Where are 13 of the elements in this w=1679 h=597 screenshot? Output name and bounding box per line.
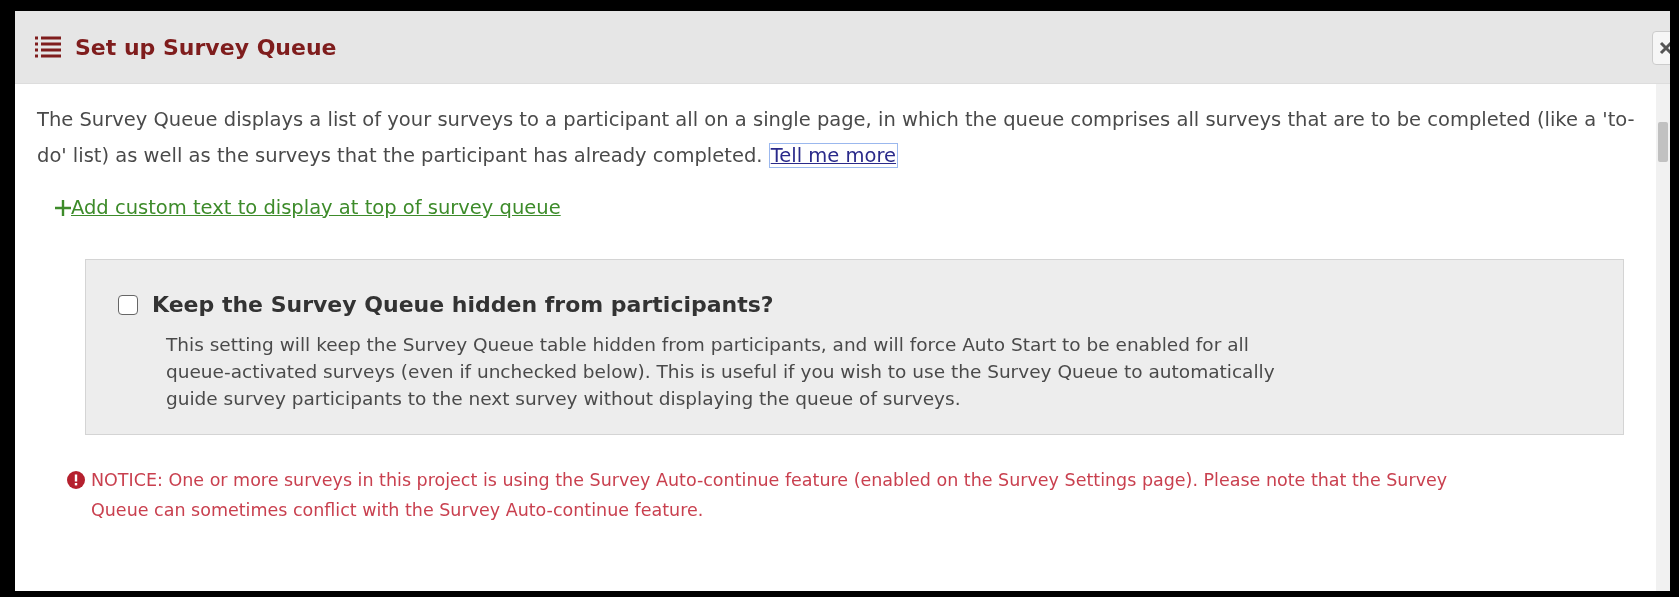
- scrollbar[interactable]: [1656, 84, 1670, 591]
- exclamation-icon: [67, 471, 85, 489]
- tell-me-more-link[interactable]: Tell me more: [768, 143, 899, 168]
- checkbox-label: Keep the Survey Queue hidden from participants?: [152, 292, 774, 317]
- notice-text: NOTICE: One or more surveys in this project is using the Survey Auto-continue feature (enabled on the Survey Settings page). Please note that the Survey Queue can sometimes conflict with the Survey Auto-continue feature.: [91, 469, 1449, 522]
- add-custom-text-link[interactable]: Add custom text to display at top of survey queue: [55, 196, 561, 219]
- intro-paragraph: The Survey Queue displays a list of your surveys to a participant all on a single page, in which the queue comprises all surveys that are to be completed (like a 'to-do' list) as well as the surveys that the participant has already completed. Tell me more: [37, 107, 1636, 170]
- dialog-title: Set up Survey Queue: [75, 34, 337, 60]
- list-icon: [35, 35, 61, 59]
- close-icon: [1659, 41, 1670, 55]
- checkbox[interactable]: [118, 294, 138, 315]
- plus-icon: [55, 199, 71, 216]
- setting-description: This setting will keep the Survey Queue table hidden from participants, and will force Auto Start to be enabled for all queue-activated surveys (even if unchecked below). This is useful if you wish to use the Survey Queue to automatically guide survey participants to the next survey without displaying the queue of surveys.: [166, 333, 1276, 411]
